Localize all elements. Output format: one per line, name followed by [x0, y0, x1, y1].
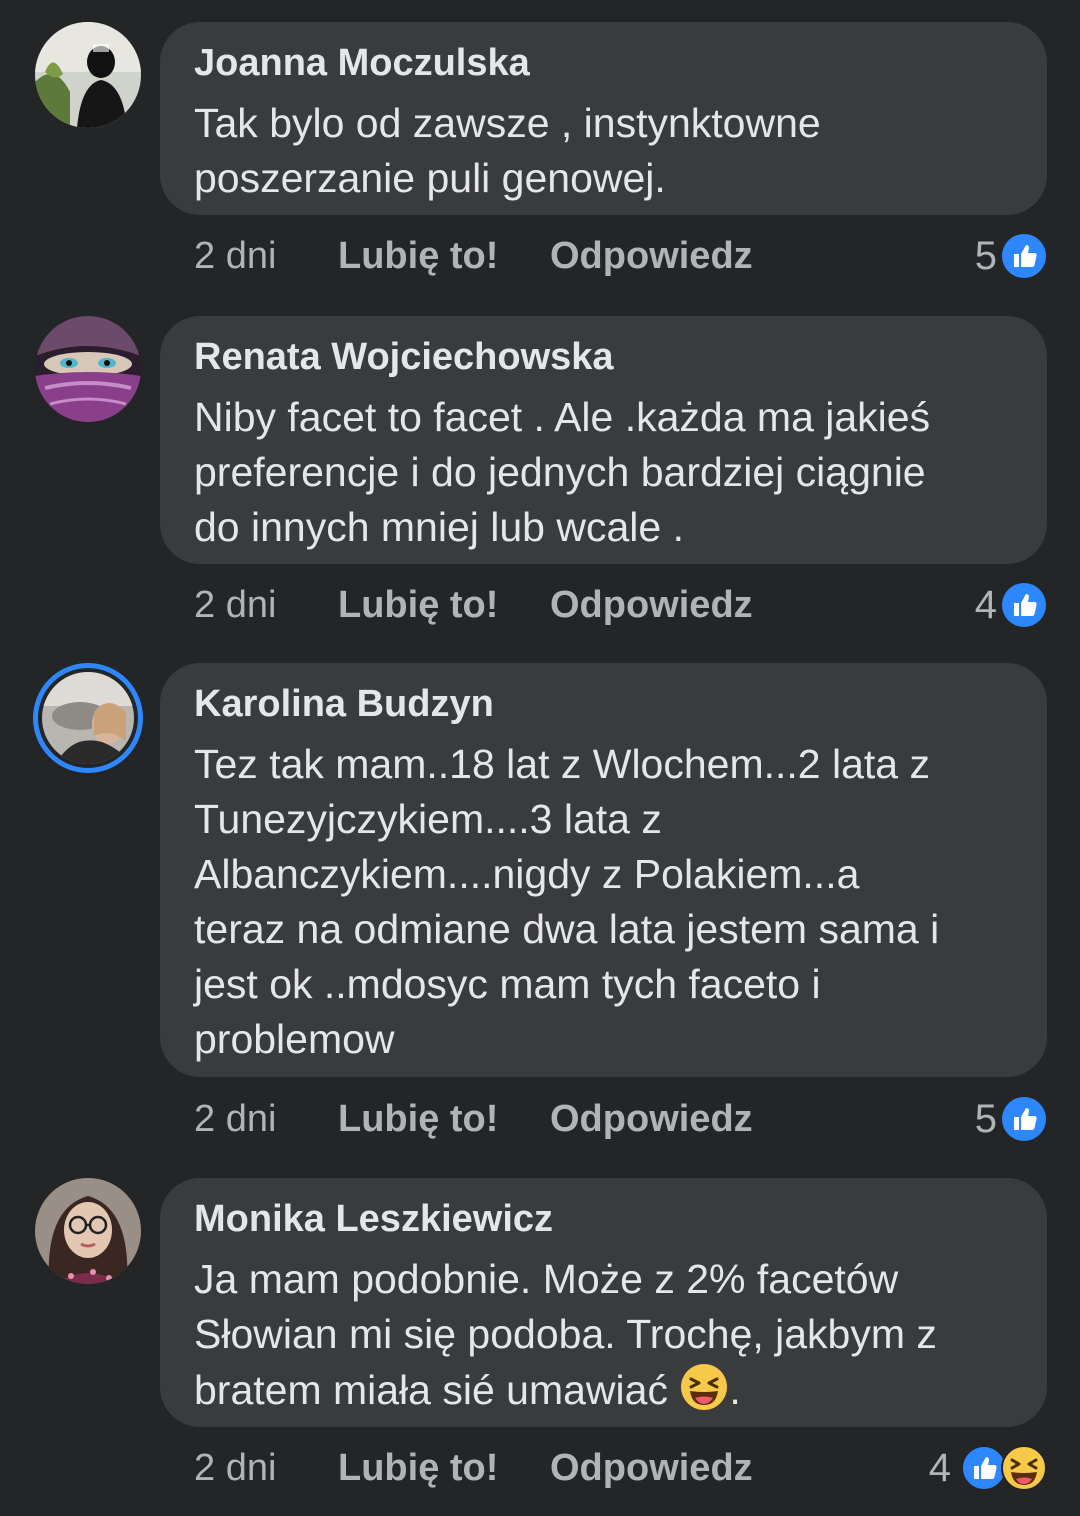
comment-author[interactable]: Joanna Moczulska: [194, 42, 1013, 84]
like-icon: [1001, 233, 1047, 279]
laughing-emoji-icon: [679, 1362, 729, 1412]
avatar-photo-icon: [35, 22, 141, 128]
comment-text-end: .: [729, 1367, 741, 1413]
reply-button[interactable]: Odpowiedz: [550, 231, 753, 281]
avatar-photo-icon: [35, 1178, 141, 1284]
comment-bubble: Renata Wojciechowska Niby facet to facet…: [160, 316, 1047, 564]
comment-time[interactable]: 2 dni: [194, 231, 276, 281]
like-icon: [1001, 1096, 1047, 1142]
reply-button[interactable]: Odpowiedz: [550, 580, 753, 630]
avatar-photo-icon: [42, 672, 134, 764]
comment-text: Niby facet to facet . Ale .każda ma jaki…: [194, 394, 931, 550]
comment-text: Ja mam podobnie. Może z 2% facetów Słowi…: [194, 1252, 1013, 1418]
comment-author[interactable]: Monika Leszkiewicz: [194, 1198, 1013, 1240]
comments-list: Joanna Moczulska Tak bylo od zawsze , in…: [0, 0, 1080, 1516]
like-button[interactable]: Lubię to!: [338, 1094, 498, 1144]
avatar[interactable]: [35, 22, 141, 128]
comment-bubble: Karolina Budzyn Tez tak mam..18 lat z Wl…: [160, 663, 1047, 1077]
reaction-count: 5: [974, 1097, 997, 1141]
comment-bubble: Monika Leszkiewicz Ja mam podobnie. Może…: [160, 1178, 1047, 1427]
comment-text: Tez tak mam..18 lat z Wlochem...2 lata z…: [194, 741, 940, 1062]
comment-time[interactable]: 2 dni: [194, 580, 276, 630]
comment-text: Tak bylo od zawsze , instynktowne poszer…: [194, 100, 821, 201]
reactions-summary[interactable]: 5: [975, 231, 1047, 281]
haha-icon: [1001, 1445, 1047, 1491]
like-button[interactable]: Lubię to!: [338, 580, 498, 630]
comment-actions: 2 dni Lubię to! Odpowiedz 5: [160, 231, 1047, 281]
comment-text-main: Ja mam podobnie. Może z 2% facetów Słowi…: [194, 1256, 937, 1413]
like-button[interactable]: Lubię to!: [338, 1443, 498, 1493]
avatar-with-story-ring[interactable]: [33, 663, 143, 773]
avatar[interactable]: [35, 316, 141, 422]
comment-actions: 2 dni Lubię to! Odpowiedz 5: [160, 1094, 1047, 1144]
reactions-summary[interactable]: 4: [975, 580, 1047, 630]
comment-actions: 2 dni Lubię to! Odpowiedz 4: [160, 1443, 1047, 1493]
comment-bubble: Joanna Moczulska Tak bylo od zawsze , in…: [160, 22, 1047, 215]
reactions-summary[interactable]: 4: [929, 1443, 1047, 1493]
comment-author[interactable]: Karolina Budzyn: [194, 683, 1013, 725]
comment-actions: 2 dni Lubię to! Odpowiedz 4: [160, 580, 1047, 630]
comment-author[interactable]: Renata Wojciechowska: [194, 336, 1013, 378]
reply-button[interactable]: Odpowiedz: [550, 1094, 753, 1144]
like-button[interactable]: Lubię to!: [338, 231, 498, 281]
reply-button[interactable]: Odpowiedz: [550, 1443, 753, 1493]
reactions-summary[interactable]: 5: [975, 1094, 1047, 1144]
comment-time[interactable]: 2 dni: [194, 1094, 276, 1144]
comment-time[interactable]: 2 dni: [194, 1443, 276, 1493]
like-icon: [1001, 582, 1047, 628]
reaction-count: 4: [974, 583, 997, 627]
reaction-count: 4: [928, 1446, 951, 1490]
reaction-count: 5: [974, 234, 997, 278]
avatar-photo-icon: [35, 316, 141, 422]
avatar[interactable]: [35, 1178, 141, 1284]
